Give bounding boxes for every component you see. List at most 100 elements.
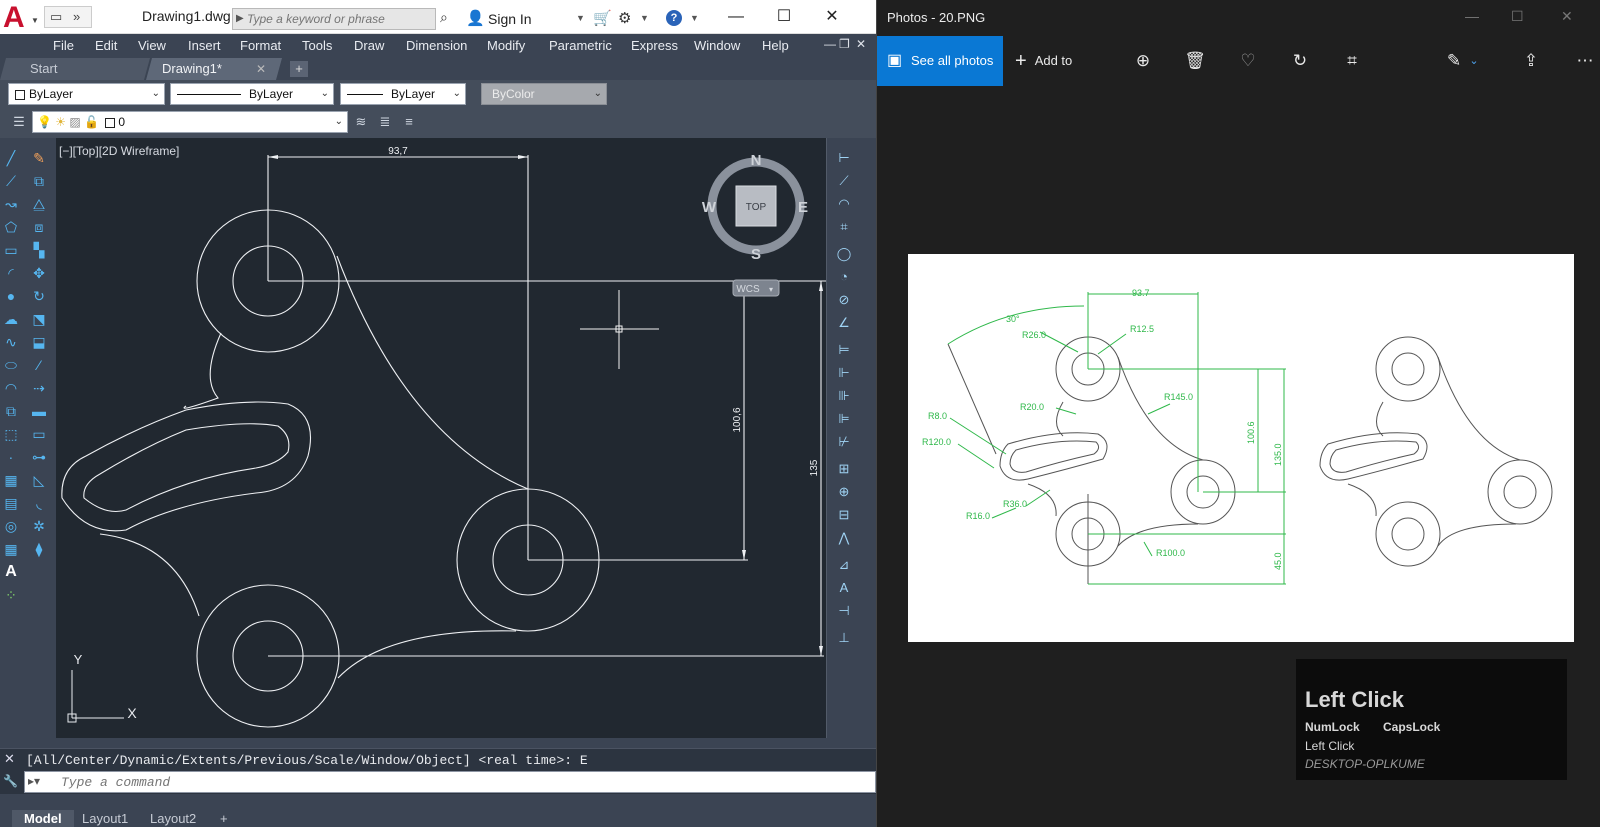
mdi-restore-icon[interactable]: ❐ (839, 37, 850, 51)
delete-icon[interactable]: 🗑 (1184, 50, 1206, 72)
space-icon[interactable]: ⊫ (833, 409, 855, 429)
explode-icon[interactable]: ✲ (28, 516, 50, 536)
viewport-controls-label[interactable]: [−][Top][2D Wireframe] (59, 144, 179, 158)
baseline-icon[interactable]: ⊩ (833, 363, 855, 383)
menu-help[interactable]: Help (762, 38, 789, 53)
quick-dim-icon[interactable]: ⊨ (833, 340, 855, 360)
ordinate-icon[interactable]: ⌗ (833, 217, 855, 237)
arc-length-icon[interactable]: ◠ (833, 194, 855, 214)
chevron-down-icon[interactable]: ▼ (576, 13, 585, 23)
arc-icon[interactable]: ◜ (0, 263, 22, 283)
tab-layout2[interactable]: Layout2 (150, 810, 196, 827)
application-menu-button[interactable]: A ▼ (0, 0, 40, 34)
edit-icon[interactable]: ✎ (1443, 50, 1465, 72)
model-viewport[interactable]: 93,7 100,6 135 TOP N S E W WCS ▾ Y X [−]… (56, 138, 826, 738)
dim-update-icon[interactable]: ⊣ (833, 601, 855, 621)
tolerance-icon[interactable]: ⊞ (833, 459, 855, 479)
extend-icon[interactable]: ⇢ (28, 378, 50, 398)
polyline-icon[interactable]: ⟋ (0, 171, 22, 191)
color-select[interactable]: ByLayer ⌄ (8, 83, 165, 105)
linetype-select[interactable]: ByLayer ⌄ (170, 83, 334, 105)
minimize-button[interactable]: — (1465, 8, 1479, 24)
dim-edit-icon[interactable]: ⊿ (833, 555, 855, 575)
make-block-icon[interactable]: ⬚ (0, 424, 22, 444)
tab-start[interactable]: Start (0, 58, 150, 80)
add-layout-icon[interactable]: + (220, 810, 228, 827)
table-icon[interactable]: ▦ (0, 539, 22, 559)
polyline-arc-icon[interactable]: ↝ (0, 194, 22, 214)
more-icon[interactable]: ⋯ (1574, 50, 1596, 72)
compass-w[interactable]: W (702, 199, 717, 216)
menu-modify[interactable]: Modify (487, 38, 525, 53)
cart-icon[interactable]: 🛒 (593, 9, 612, 27)
menu-view[interactable]: View (138, 38, 166, 53)
fillet-icon[interactable]: ◟ (28, 493, 50, 513)
erase-icon[interactable]: ✎ (28, 148, 50, 168)
menu-dimension[interactable]: Dimension (406, 38, 467, 53)
dim-text-edit-icon[interactable]: A (833, 578, 855, 598)
menu-format[interactable]: Format (240, 38, 281, 53)
insert-block-icon[interactable]: ⧉ (0, 401, 22, 421)
quick-access-toolbar[interactable]: ▭ » (44, 6, 92, 28)
gradient-icon[interactable]: ▤ (0, 493, 22, 513)
compass-n[interactable]: N (751, 152, 762, 169)
close-button[interactable]: ✕ (1561, 8, 1573, 25)
chevron-down-icon[interactable]: ▼ (690, 13, 699, 23)
mdi-minimize-icon[interactable]: — (824, 37, 836, 51)
center-mark-icon[interactable]: ⊕ (833, 482, 855, 502)
make-current-icon[interactable]: ≋ (352, 113, 370, 131)
new-file-icon[interactable]: ▭ (50, 9, 62, 25)
match-layer-icon[interactable]: ≣ (376, 113, 394, 131)
linear-dim-icon[interactable]: ⊢ (833, 148, 855, 168)
chamfer-icon[interactable]: ◺ (28, 470, 50, 490)
spline-icon[interactable]: ∿ (0, 332, 22, 352)
tab-layout1[interactable]: Layout1 (82, 810, 128, 827)
see-all-photos-button[interactable]: ▣ See all photos (877, 36, 1003, 86)
join-icon[interactable]: ⊶ (28, 447, 50, 467)
stretch-icon[interactable]: ⬓ (28, 332, 50, 352)
scale-icon[interactable]: ⬔ (28, 309, 50, 329)
menu-tools[interactable]: Tools (302, 38, 332, 53)
move-icon[interactable]: ✥ (28, 263, 50, 283)
region-icon[interactable]: ◎ (0, 516, 22, 536)
continue-icon[interactable]: ⊪ (833, 386, 855, 406)
mdi-close-icon[interactable]: ✕ (856, 37, 866, 51)
viewcube[interactable]: TOP N S E W WCS ▾ (702, 152, 808, 297)
expand-toolbar-icon[interactable]: » (73, 9, 80, 24)
new-tab-button[interactable]: + (290, 61, 308, 77)
menu-edit[interactable]: Edit (95, 38, 117, 53)
chevron-down-icon[interactable]: ▼ (640, 13, 649, 23)
a360-icon[interactable]: ⚙ (618, 9, 631, 27)
tab-drawing1[interactable]: Drawing1* ✕ (146, 58, 282, 80)
drawing-canvas[interactable]: 93,7 100,6 135 TOP N S E W WCS ▾ Y X (56, 138, 826, 738)
menu-file[interactable]: File (53, 38, 74, 53)
offset-icon[interactable]: ⧈ (28, 217, 50, 237)
mirror-icon[interactable]: ⧋ (28, 194, 50, 214)
zoom-in-icon[interactable]: ⊕ (1132, 50, 1154, 72)
rectangle-icon[interactable]: ▭ (0, 240, 22, 260)
revcloud-icon[interactable]: ☁ (0, 309, 22, 329)
polygon-icon[interactable]: ⬠ (0, 217, 22, 237)
chevron-down-icon[interactable]: ⌄ (1463, 50, 1485, 72)
radius-icon[interactable]: ◯ (833, 244, 855, 264)
search-input[interactable] (247, 11, 433, 27)
expand-arrow-icon[interactable]: ▶ (236, 13, 244, 24)
menu-express[interactable]: Express (631, 38, 678, 53)
add-selected-icon[interactable]: ⁘ (0, 585, 22, 605)
break-point-icon[interactable]: ▭ (28, 424, 50, 444)
dim-style-icon[interactable]: ⊥ (833, 628, 855, 648)
lineweight-select[interactable]: ByLayer ⌄ (340, 83, 466, 105)
array-icon[interactable]: ▚ (28, 240, 50, 260)
ellipse-icon[interactable]: ⬭ (0, 355, 22, 375)
break-dim-icon[interactable]: ⊬ (833, 432, 855, 452)
command-prompt-icon[interactable]: ▸▾ (28, 774, 40, 788)
break-icon[interactable]: ▬ (28, 401, 50, 421)
angular-icon[interactable]: ∠ (833, 313, 855, 333)
favorite-icon[interactable]: ♡ (1237, 50, 1259, 72)
line-icon[interactable]: ╱ (0, 148, 22, 168)
crop-icon[interactable]: ⌗ (1341, 50, 1363, 72)
command-input[interactable] (61, 774, 841, 790)
menu-parametric[interactable]: Parametric (549, 38, 612, 53)
jogged-linear-icon[interactable]: ⋀ (833, 528, 855, 548)
close-button[interactable]: ✕ (812, 4, 852, 30)
